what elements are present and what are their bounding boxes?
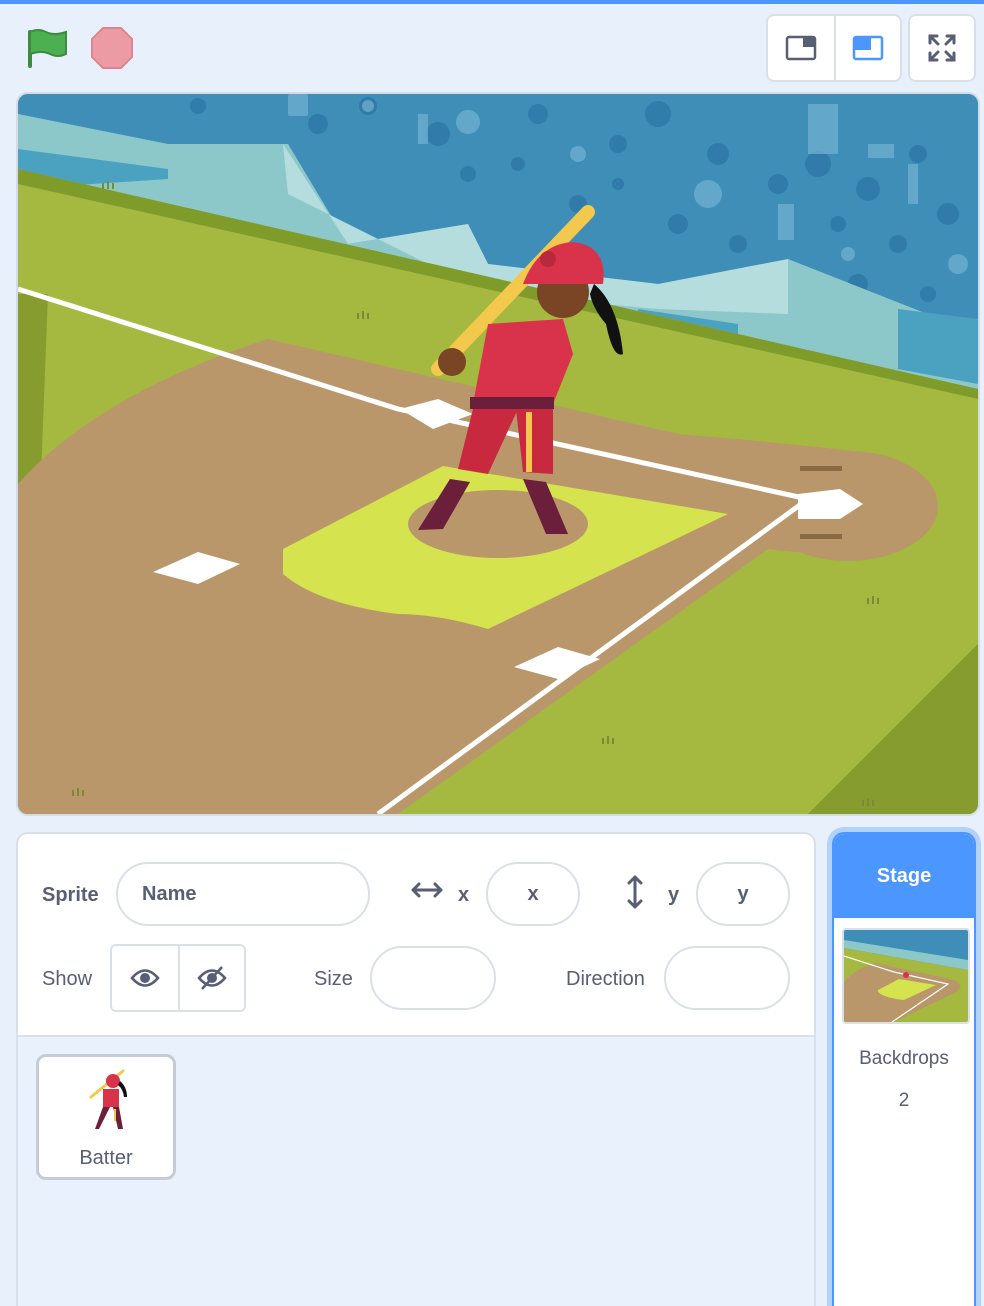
direction-input[interactable] — [664, 946, 790, 1010]
stop-icon[interactable] — [90, 26, 134, 70]
sprite-label: Sprite — [42, 884, 99, 906]
sprite-tile-batter[interactable]: Batter — [36, 1054, 176, 1180]
backdrops-label: Backdrops — [859, 1048, 949, 1069]
stage-canvas[interactable] — [16, 92, 980, 816]
top-accent-bar — [0, 0, 984, 4]
sprite-pane: Sprite x y Show — [16, 832, 816, 1306]
y-input[interactable] — [696, 862, 790, 926]
eye-icon — [130, 969, 160, 987]
backdrops-count: 2 — [898, 1090, 910, 1111]
y-label: y — [668, 884, 680, 906]
fullscreen-icon — [928, 34, 956, 62]
size-label: Size — [314, 968, 353, 990]
stage-selector[interactable]: Stage Backdrops 2 — [832, 832, 976, 1306]
eye-slash-icon — [197, 966, 227, 990]
batter-thumbnail — [89, 1069, 127, 1129]
x-label: x — [458, 884, 470, 906]
size-input[interactable] — [370, 946, 496, 1010]
x-input[interactable] — [486, 862, 580, 926]
stage-size-toggle — [766, 14, 902, 82]
vertical-arrows-icon — [627, 875, 643, 909]
sprite-name-input[interactable] — [116, 862, 370, 926]
horizontal-arrows-icon — [411, 882, 443, 898]
show-label: Show — [42, 968, 93, 990]
show-sprite-button[interactable] — [112, 946, 178, 1010]
hide-sprite-button[interactable] — [178, 946, 244, 1010]
visibility-toggle — [110, 944, 246, 1012]
direction-label: Direction — [566, 968, 645, 990]
normal-stage-icon — [852, 35, 884, 61]
small-stage-button[interactable] — [768, 16, 834, 80]
normal-stage-button[interactable] — [834, 16, 900, 80]
sprite-info: Sprite x y Show — [18, 834, 814, 1037]
backdrop-thumbnail — [842, 928, 970, 1024]
fullscreen-button[interactable] — [908, 14, 976, 82]
small-stage-icon — [785, 35, 817, 61]
sprite-name: Batter — [79, 1147, 133, 1169]
green-flag-icon[interactable] — [26, 26, 70, 70]
stage-header: Stage — [834, 834, 974, 918]
